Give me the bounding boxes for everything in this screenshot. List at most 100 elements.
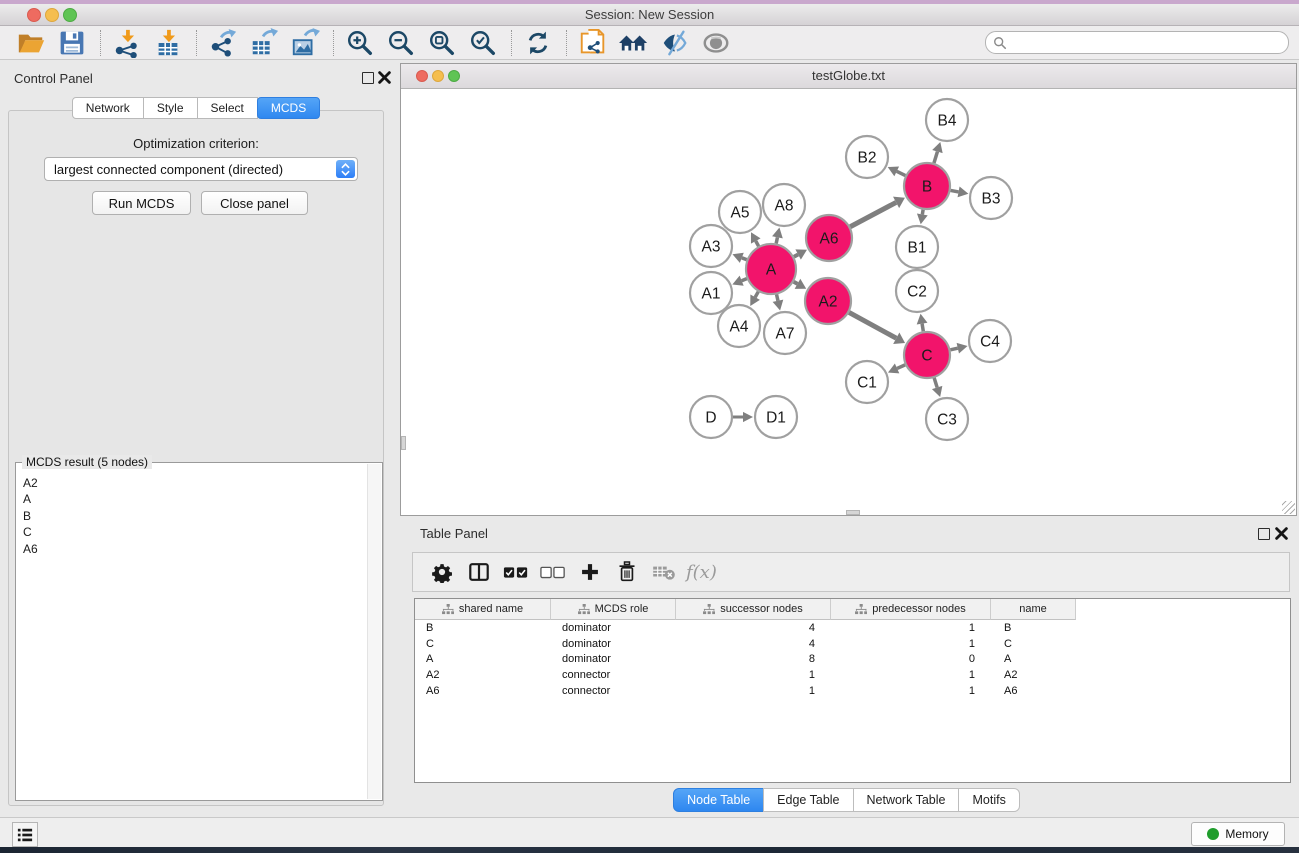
function-builder-icon[interactable]: f(x) xyxy=(686,558,717,586)
edge-C-C2[interactable] xyxy=(922,324,923,332)
tab-style[interactable]: Style xyxy=(143,97,198,119)
table-cell: A6 xyxy=(415,685,551,697)
deselect-all-columns-icon[interactable] xyxy=(538,558,568,586)
tab-select[interactable]: Select xyxy=(197,97,258,119)
memory-button[interactable]: Memory xyxy=(1191,822,1285,846)
zoom-selected-icon[interactable] xyxy=(466,28,500,58)
edge-C-C1[interactable] xyxy=(897,365,905,369)
tab-motifs[interactable]: Motifs xyxy=(958,788,1019,812)
table-row[interactable]: A2connector11A2 xyxy=(415,667,1290,683)
node-label: B3 xyxy=(982,191,1001,208)
delete-columns-icon[interactable] xyxy=(612,558,642,586)
arrowhead-icon xyxy=(932,386,942,397)
edge-A6-B[interactable] xyxy=(850,202,896,226)
control-panel-tabs: NetworkStyleSelectMCDS xyxy=(0,97,392,119)
float-panel-icon[interactable] xyxy=(362,72,374,84)
column-header-predecessor-nodes[interactable]: predecessor nodes xyxy=(831,599,991,620)
show-graphics-details-icon[interactable] xyxy=(699,28,733,58)
arrowhead-icon xyxy=(957,343,968,354)
export-table-icon[interactable] xyxy=(247,28,281,58)
edge-C-C3[interactable] xyxy=(934,378,937,388)
new-network-from-file-icon[interactable] xyxy=(576,28,610,58)
column-header-mcds-role[interactable]: MCDS role xyxy=(551,599,676,620)
result-item[interactable]: A2 xyxy=(23,475,367,491)
export-image-icon[interactable] xyxy=(288,28,322,58)
column-header-shared-name[interactable]: shared name xyxy=(415,599,551,620)
create-column-icon[interactable] xyxy=(575,558,605,586)
edge-B-B2[interactable] xyxy=(897,171,906,175)
close-panel-icon[interactable] xyxy=(378,71,392,85)
zoom-out-icon[interactable] xyxy=(384,28,418,58)
result-item[interactable]: C xyxy=(23,524,367,540)
settings-gear-icon[interactable] xyxy=(427,558,457,586)
save-session-icon[interactable] xyxy=(55,28,89,58)
tab-node-table[interactable]: Node Table xyxy=(673,788,764,812)
edge-A-A3[interactable] xyxy=(742,258,747,260)
column-header-name[interactable]: name xyxy=(991,599,1076,620)
import-network-icon[interactable] xyxy=(110,28,144,58)
run-mcds-button[interactable]: Run MCDS xyxy=(92,191,191,215)
table-row[interactable]: A6connector11A6 xyxy=(415,683,1290,699)
node-label: C4 xyxy=(980,334,1000,351)
node-label: A6 xyxy=(820,231,839,248)
tab-network-table[interactable]: Network Table xyxy=(853,788,960,812)
zoom-fit-icon[interactable] xyxy=(425,28,459,58)
network-window-titlebar[interactable]: testGlobe.txt xyxy=(401,64,1296,89)
canvas-vertical-scrollbar[interactable] xyxy=(401,436,406,450)
window-resize-grip[interactable] xyxy=(1282,501,1295,514)
edge-A-A1[interactable] xyxy=(742,279,747,281)
edge-B-B3[interactable] xyxy=(951,190,959,191)
edge-B-B4[interactable] xyxy=(934,152,937,163)
edge-A-A8[interactable] xyxy=(776,237,777,243)
show-columns-icon[interactable] xyxy=(464,558,494,586)
table-cell: 4 xyxy=(676,622,831,634)
zoom-in-icon[interactable] xyxy=(343,28,377,58)
column-label: predecessor nodes xyxy=(872,603,966,615)
task-history-icon[interactable] xyxy=(12,822,38,847)
result-item[interactable]: B xyxy=(23,508,367,524)
home-layout-icon[interactable] xyxy=(617,28,651,58)
float-table-panel-icon[interactable] xyxy=(1258,528,1270,540)
arrowhead-icon xyxy=(772,228,783,239)
edge-A-A6[interactable] xyxy=(794,254,798,256)
result-item[interactable]: A xyxy=(23,491,367,507)
table-row[interactable]: Bdominator41B xyxy=(415,620,1290,636)
table-row[interactable]: Adominator80A xyxy=(415,652,1290,668)
toolbar-separator xyxy=(100,30,101,56)
tab-edge-table[interactable]: Edge Table xyxy=(763,788,853,812)
delete-table-icon[interactable] xyxy=(649,558,679,586)
result-item[interactable]: A6 xyxy=(23,541,367,557)
column-header-successor-nodes[interactable]: successor nodes xyxy=(676,599,831,620)
network-canvas[interactable]: B4B2BB3A8A5A6A3B1AC2A1A2A4A7C4CC1DD1C3 xyxy=(401,89,1296,515)
select-all-columns-icon[interactable] xyxy=(501,558,531,586)
close-table-panel-icon[interactable] xyxy=(1275,527,1289,541)
table-row[interactable]: Cdominator41C xyxy=(415,636,1290,652)
tab-mcds[interactable]: MCDS xyxy=(257,97,320,119)
criterion-dropdown[interactable]: largest connected component (directed) xyxy=(44,157,358,181)
edge-A-A2[interactable] xyxy=(794,282,798,284)
table-cell: A xyxy=(415,653,551,665)
search-input[interactable] xyxy=(1007,34,1288,52)
toolbar-search[interactable] xyxy=(985,31,1289,54)
table-body: Bdominator41BCdominator41CAdominator80AA… xyxy=(415,620,1290,699)
edge-A-A4[interactable] xyxy=(755,292,758,298)
close-panel-button[interactable]: Close panel xyxy=(201,191,308,215)
edge-C-C4[interactable] xyxy=(950,348,957,350)
edge-A-A5[interactable] xyxy=(756,241,759,246)
edge-A-A7[interactable] xyxy=(777,294,778,300)
edge-A2-C[interactable] xyxy=(849,312,896,338)
network-graph[interactable]: B4B2BB3A8A5A6A3B1AC2A1A2A4A7C4CC1DD1C3 xyxy=(401,89,1296,516)
table-cell: 1 xyxy=(831,638,991,650)
canvas-horizontal-scrollbar[interactable] xyxy=(846,510,860,515)
edge-B-B1[interactable] xyxy=(922,210,923,215)
arrowhead-icon xyxy=(743,412,753,422)
hierarchy-icon xyxy=(703,604,715,615)
mcds-result-list[interactable]: A2ABCA6 xyxy=(17,475,367,799)
hide-graphics-details-icon[interactable] xyxy=(658,28,692,58)
import-table-icon[interactable] xyxy=(151,28,185,58)
result-scrollbar[interactable] xyxy=(367,464,381,799)
export-network-icon[interactable] xyxy=(206,28,240,58)
tab-network[interactable]: Network xyxy=(72,97,144,119)
open-folder-icon[interactable] xyxy=(14,28,48,58)
refresh-icon[interactable] xyxy=(521,28,555,58)
